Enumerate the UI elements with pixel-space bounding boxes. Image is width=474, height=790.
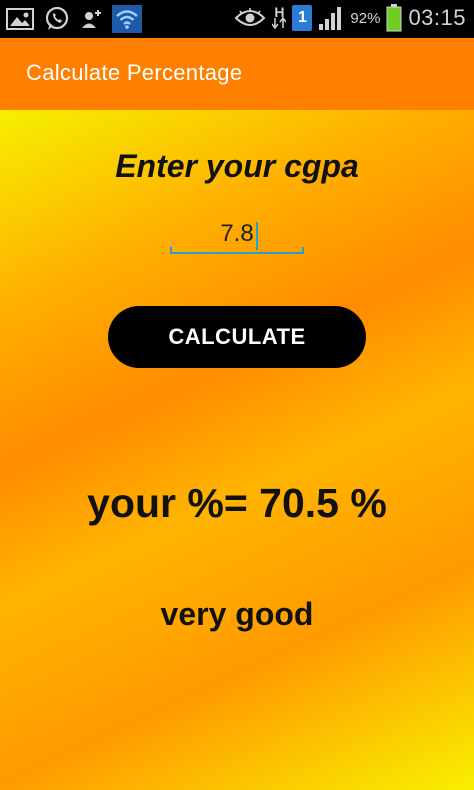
wifi-icon bbox=[112, 5, 142, 33]
text-cursor bbox=[256, 222, 258, 250]
cgpa-field[interactable] bbox=[170, 214, 304, 258]
status-bar-left bbox=[6, 5, 142, 33]
status-time: 03:15 bbox=[408, 5, 466, 30]
whatsapp-icon bbox=[44, 6, 70, 32]
h-network-icon: H bbox=[272, 4, 287, 29]
app-title: Calculate Percentage bbox=[26, 60, 243, 85]
status-bar-right: H 1 92% 03:15 bbox=[234, 4, 466, 32]
notification-1-icon: 1 bbox=[292, 5, 313, 31]
cgpa-prompt: Enter your cgpa bbox=[115, 148, 359, 184]
calculate-button[interactable]: CALCULATE bbox=[108, 306, 366, 368]
battery-icon bbox=[386, 4, 402, 32]
input-underline bbox=[170, 247, 304, 254]
rating-text: very good bbox=[160, 596, 314, 632]
notification-count: 1 bbox=[297, 9, 307, 26]
eye-icon bbox=[234, 7, 266, 29]
add-contact-icon bbox=[80, 7, 102, 31]
gallery-icon bbox=[6, 7, 34, 31]
result-text: your %= 70.5 % bbox=[87, 480, 387, 526]
signal-icon bbox=[318, 5, 344, 31]
network-type-label: H bbox=[274, 4, 285, 20]
app-bar: Calculate Percentage bbox=[0, 38, 474, 110]
status-bar: H 1 92% 03:15 bbox=[0, 0, 474, 38]
battery-percent: 92% bbox=[350, 9, 381, 27]
cgpa-input[interactable] bbox=[170, 214, 304, 254]
main-content: Enter your cgpa CALCULATE your %= 70.5 %… bbox=[0, 110, 474, 790]
